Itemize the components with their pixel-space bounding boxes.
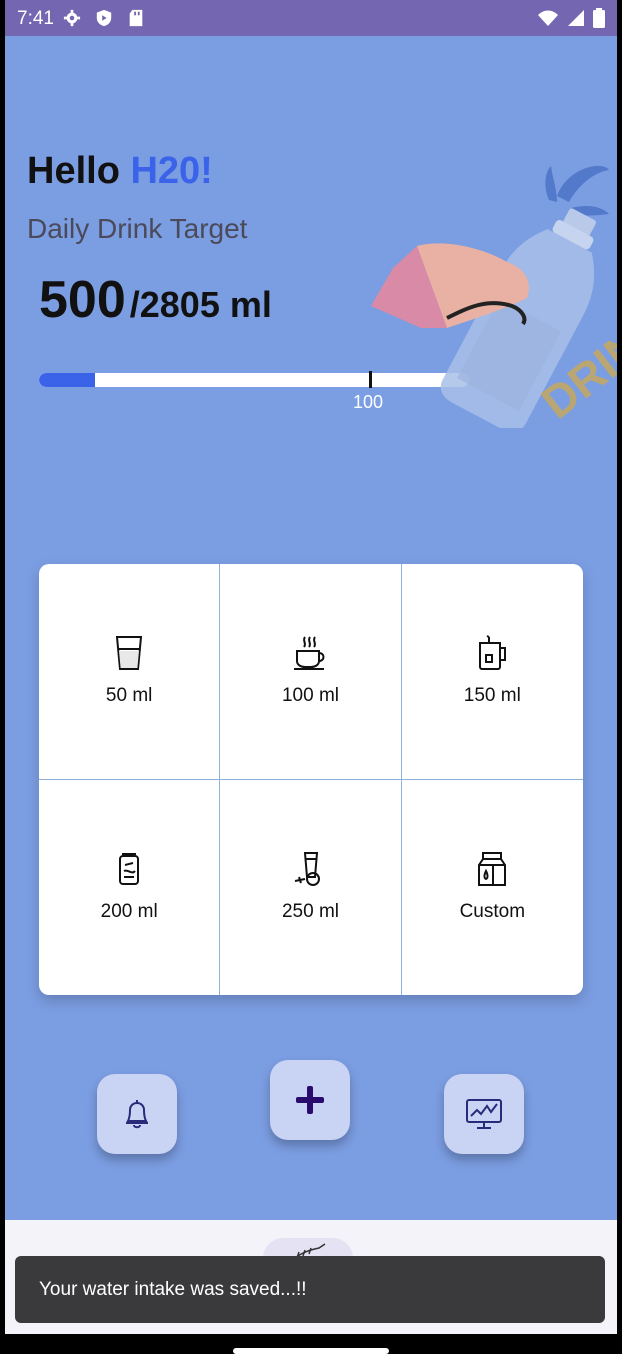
daily-target-label: Daily Drink Target bbox=[27, 213, 248, 244]
drink-option-200[interactable]: 200 ml bbox=[39, 779, 221, 995]
drink-option-250[interactable]: 250 ml bbox=[220, 779, 402, 995]
intake-current: 500 bbox=[39, 271, 126, 329]
drink-illustration: DRINK bbox=[371, 165, 617, 428]
drink-option-100[interactable]: 100 ml bbox=[220, 564, 402, 780]
juice-glass-icon bbox=[295, 852, 321, 887]
snackbar-message: Your water intake was saved...!! bbox=[15, 1256, 605, 1323]
sd-card-icon bbox=[129, 9, 143, 27]
gear-icon bbox=[63, 9, 81, 27]
home-indicator[interactable] bbox=[233, 1348, 389, 1354]
greeting-prefix: Hello bbox=[27, 150, 120, 192]
milk-carton-icon bbox=[478, 852, 507, 887]
shield-icon bbox=[96, 9, 112, 27]
drink-option-label: Custom bbox=[459, 901, 526, 923]
reminder-button[interactable] bbox=[97, 1074, 177, 1154]
wifi-icon bbox=[538, 10, 558, 26]
battery-icon bbox=[593, 8, 605, 28]
water-splash-icon bbox=[545, 165, 609, 216]
add-drink-button[interactable] bbox=[270, 1060, 350, 1140]
statistics-button[interactable] bbox=[444, 1074, 524, 1154]
drink-option-label: 150 ml bbox=[463, 685, 521, 707]
status-right-icons bbox=[537, 8, 605, 28]
status-time: 7:41 bbox=[17, 8, 54, 29]
greeting-title: Hello H20! bbox=[27, 150, 213, 193]
chart-monitor-icon bbox=[466, 1099, 502, 1129]
tea-mug-icon bbox=[479, 635, 507, 671]
drink-option-label: 200 ml bbox=[100, 901, 158, 923]
plus-icon bbox=[296, 1086, 324, 1114]
drink-option-150[interactable]: 150 ml bbox=[401, 564, 583, 780]
coffee-cup-icon bbox=[294, 636, 325, 671]
signal-icon bbox=[568, 10, 584, 26]
drink-option-50[interactable]: 50 ml bbox=[39, 564, 221, 780]
drink-option-label: 100 ml bbox=[281, 685, 339, 707]
drink-size-grid: 50 ml 100 ml 150 ml 200 ml 250 ml Custom bbox=[39, 564, 583, 995]
drink-option-label: 50 ml bbox=[105, 685, 153, 707]
drink-option-label: 250 ml bbox=[281, 901, 339, 923]
glass-icon bbox=[116, 636, 143, 671]
intake-target: /2805 ml bbox=[129, 284, 272, 325]
soda-can-icon bbox=[119, 853, 140, 886]
greeting-name: H20! bbox=[130, 150, 213, 192]
app-screen: 7:41 Hello H20! Daily Drink Target 500/2… bbox=[5, 0, 617, 1334]
intake-amount: 500/2805 ml bbox=[39, 270, 272, 330]
drink-option-custom[interactable]: Custom bbox=[402, 780, 583, 996]
status-bar: 7:41 bbox=[5, 0, 617, 36]
bell-icon bbox=[126, 1100, 148, 1129]
intake-progress-fill bbox=[39, 373, 95, 387]
